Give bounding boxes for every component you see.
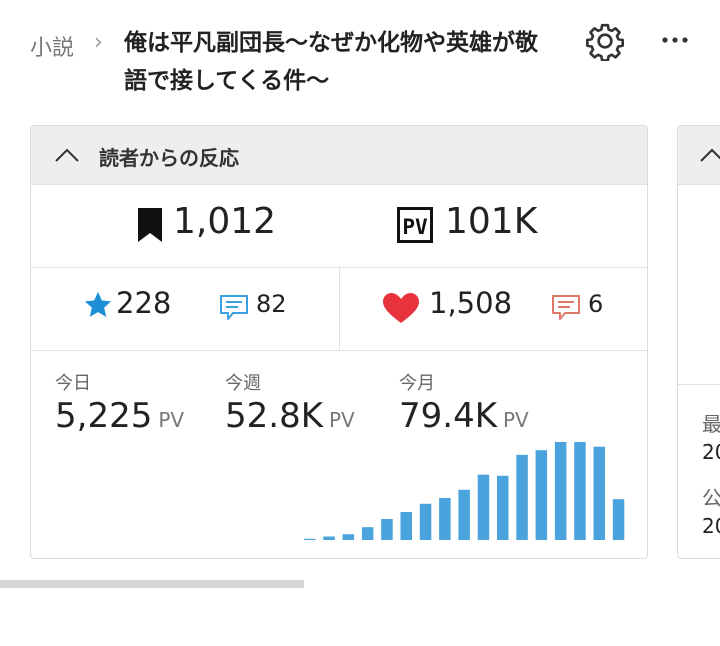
pv-bar [419, 503, 432, 540]
comment-icon[interactable] [551, 294, 581, 322]
pv-icon: PV [397, 207, 433, 243]
horizontal-scrollbar[interactable] [0, 580, 304, 588]
page-title: 俺は平凡副団長〜なぜか化物や英雄が敬語で接してくる件〜 [124, 30, 538, 94]
month-pv: 79.4K PV [399, 396, 529, 436]
info-card: 最 20 公 20 [677, 125, 720, 559]
reaction-card-header[interactable]: 読者からの反応 [31, 126, 647, 185]
today-label: 今日 [55, 373, 91, 394]
pv-bar [612, 499, 625, 540]
info-value: 20 [702, 514, 720, 538]
pv-bar [323, 536, 335, 540]
pv-bar [439, 498, 451, 540]
breadcrumb-chevron-icon: › [94, 30, 103, 55]
bookmark-icon [138, 208, 162, 242]
info-value: 20 [702, 440, 720, 464]
divider [339, 268, 340, 350]
reaction-card-title: 読者からの反応 [99, 146, 239, 170]
pv-bar [361, 527, 374, 540]
star-count: 228 [116, 286, 172, 320]
breadcrumb-novel[interactable]: 小説 [30, 30, 74, 62]
gear-icon[interactable] [585, 21, 625, 61]
pv-bar [554, 442, 567, 540]
more-icon[interactable] [657, 22, 693, 58]
star-comment-count: 82 [256, 290, 287, 318]
divider [678, 384, 720, 385]
pv-bar [477, 474, 490, 540]
pv-bar [400, 512, 412, 540]
heart-icon [383, 293, 419, 323]
chevron-up-icon[interactable] [53, 142, 81, 170]
week-label: 今週 [225, 373, 261, 394]
totals-row: 1,012 PV 101K [31, 185, 647, 268]
heart-count: 1,508 [429, 286, 513, 320]
heart-comment-count: 6 [588, 290, 604, 318]
pv-bar [304, 538, 316, 540]
info-label: 公 [702, 486, 720, 510]
bookmark-count: 1,012 [173, 201, 277, 242]
pv-bar [516, 454, 528, 540]
page-header: 小説 › 俺は平凡副団長〜なぜか化物や英雄が敬語で接してくる件〜 [0, 0, 720, 110]
pv-bar [574, 442, 586, 540]
pv-bar [593, 446, 605, 540]
total-pv: 101K [445, 201, 538, 242]
pv-bar [535, 450, 548, 540]
pv-bar [497, 475, 509, 540]
week-pv: 52.8K PV [225, 396, 355, 436]
pv-bar [458, 489, 470, 540]
month-label: 今月 [399, 373, 435, 394]
info-card-header[interactable] [678, 126, 720, 185]
chevron-up-icon[interactable] [698, 142, 720, 170]
star-icon [84, 291, 112, 317]
svg-text:PV: PV [402, 215, 428, 239]
pv-bar-chart [304, 442, 625, 540]
pv-bar [342, 534, 355, 540]
reaction-card: 読者からの反応 1,012 PV 101K 228 82 1,508 6 今日 … [30, 125, 648, 559]
today-pv: 5,225 PV [55, 396, 185, 436]
pv-bar [381, 519, 393, 540]
info-label: 最 [702, 412, 720, 436]
comment-icon[interactable] [219, 294, 249, 322]
reactions-row: 228 82 1,508 6 [31, 268, 647, 351]
